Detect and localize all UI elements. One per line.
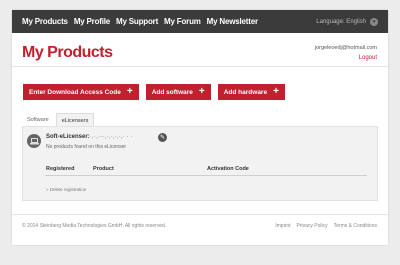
column-registered: Registered: [46, 166, 75, 172]
elicenser-panel: Soft-eLicenser: ·,·,·-·,·,·,·,·,· · · ✎ …: [22, 126, 378, 201]
user-email: jorgeleoedj@hotmail.com: [314, 45, 377, 51]
page-title: My Products: [22, 44, 113, 61]
nav-my-profile[interactable]: My Profile: [74, 17, 110, 26]
add-hardware-button[interactable]: Add hardware +: [217, 84, 285, 100]
language-selector[interactable]: Language: English ▾: [316, 17, 378, 26]
button-label: Enter Download Access Code: [29, 88, 121, 96]
action-buttons: Enter Download Access Code + Add softwar…: [23, 84, 285, 100]
button-label: Add hardware: [223, 88, 268, 96]
page-header: My Products jorgeleoedj@hotmail.com Logo…: [12, 33, 388, 81]
delete-registration-label: Delete registration: [49, 187, 87, 192]
delete-registration-link[interactable]: » Delete registration: [46, 187, 86, 192]
nav-my-forum[interactable]: My Forum: [164, 17, 201, 26]
nav-my-newsletter[interactable]: My Newsletter: [207, 17, 258, 26]
footer-privacy-link[interactable]: Privacy Policy: [297, 223, 328, 229]
plus-icon: +: [198, 86, 205, 97]
plus-icon: +: [126, 86, 133, 97]
page-container: My Products My Profile My Support My For…: [12, 10, 388, 245]
edit-icon[interactable]: ✎: [158, 133, 167, 142]
nav-my-products[interactable]: My Products: [22, 17, 68, 26]
chevron-down-icon: ▾: [370, 17, 378, 26]
footer-links: Imprint Privacy Policy Terms & Condition…: [275, 223, 377, 229]
button-label: Add software: [151, 88, 193, 96]
add-software-button[interactable]: Add software +: [145, 84, 211, 100]
top-navigation: My Products My Profile My Support My For…: [12, 10, 388, 33]
table-divider: [45, 175, 367, 176]
divider: [12, 66, 388, 67]
footer-divider: [12, 214, 388, 215]
laptop-icon: [27, 134, 41, 148]
logout-link[interactable]: Logout: [315, 55, 377, 61]
language-label: Language: English: [316, 18, 366, 25]
elicenser-title: Soft-eLicenser:: [46, 134, 90, 140]
user-block: jorgeleoedj@hotmail.com Logout: [315, 45, 377, 61]
column-activation-code: Activation Code: [207, 166, 249, 172]
copyright: © 2014 Steinberg Media Technologies GmbH…: [22, 223, 167, 229]
column-product: Product: [93, 166, 114, 172]
enter-download-code-button[interactable]: Enter Download Access Code +: [23, 84, 139, 100]
nav-my-support[interactable]: My Support: [116, 17, 158, 26]
no-products-message: No products found on this eLicenser: [46, 144, 127, 150]
footer-terms-link[interactable]: Terms & Conditions: [334, 223, 377, 229]
plus-icon: +: [273, 86, 279, 97]
elicenser-serial: ·,·,·-·,·,·,·,·,· · ·: [90, 134, 133, 140]
footer-imprint-link[interactable]: Imprint: [275, 223, 290, 229]
